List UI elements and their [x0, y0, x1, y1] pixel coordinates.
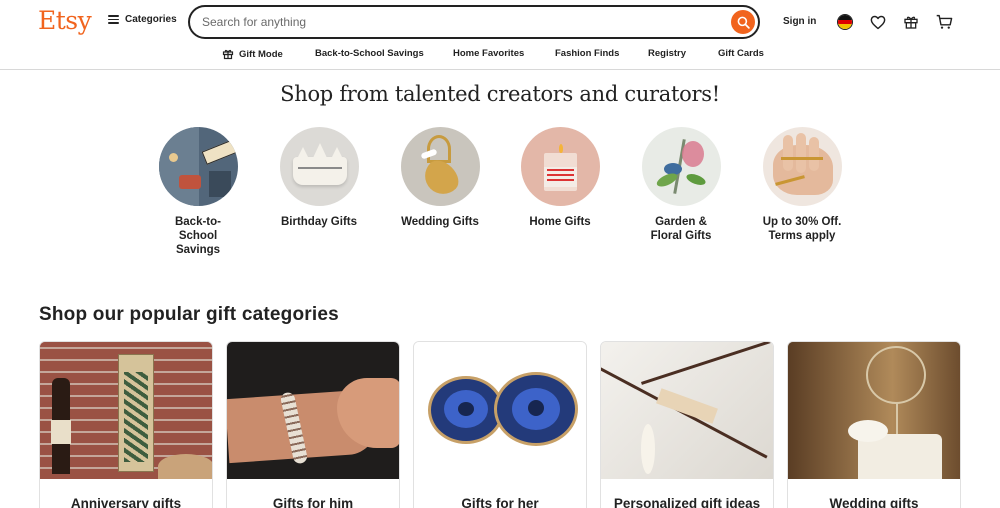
- hamburger-menu-icon: [108, 15, 119, 24]
- popular-categories-title: Shop our popular gift categories: [39, 304, 339, 325]
- card-title: Wedding gifts: [829, 496, 919, 508]
- circle-label: Garden & Floral Gifts: [650, 216, 712, 242]
- card-image-anniversary: [40, 342, 212, 479]
- circle-category-home-gifts[interactable]: Home Gifts: [505, 127, 615, 229]
- card-wedding-gifts[interactable]: Wedding gifts: [787, 341, 961, 508]
- card-anniversary-gifts[interactable]: Anniversary gifts: [39, 341, 213, 508]
- nav-label: Back-to-School Savings: [315, 48, 424, 59]
- card-image-gifts-for-him: [227, 342, 399, 479]
- nav-item-gift-cards[interactable]: Gift Cards: [718, 48, 764, 59]
- categories-label: Categories: [125, 14, 177, 25]
- card-image-personalized: [601, 342, 773, 479]
- card-title: Personalized gift ideas: [613, 496, 761, 508]
- search-bar: [188, 5, 760, 39]
- circle-image-wedding-gifts: [400, 127, 480, 206]
- circle-image-garden-floral: [641, 127, 721, 206]
- circle-label: Birthday Gifts: [280, 216, 358, 228]
- cart-button[interactable]: [934, 12, 954, 32]
- nav-label: Gift Cards: [718, 48, 764, 59]
- circle-label: Back-to- School Savings: [174, 216, 221, 256]
- nav-item-back-to-school[interactable]: Back-to-School Savings: [315, 48, 424, 59]
- gift-icon: [904, 16, 918, 29]
- categories-button[interactable]: Categories: [108, 14, 177, 25]
- circle-image-back-to-school: [158, 127, 238, 206]
- search-icon: [737, 16, 750, 29]
- etsy-logo[interactable]: Etsy: [38, 6, 92, 35]
- nav-label: Registry: [648, 48, 687, 59]
- circle-label: Wedding Gifts: [401, 216, 479, 228]
- sign-in-link[interactable]: Sign in: [783, 16, 816, 27]
- card-title: Gifts for her: [461, 496, 539, 508]
- favorites-button[interactable]: [868, 12, 888, 32]
- card-gifts-for-her[interactable]: Gifts for her: [413, 341, 587, 508]
- nav-item-fashion-finds[interactable]: Fashion Finds: [555, 48, 619, 59]
- card-image-wedding-gifts: [788, 342, 960, 479]
- nav-label: Fashion Finds: [555, 48, 620, 59]
- circle-label: Up to 30% Off. Terms apply: [762, 216, 842, 242]
- heart-icon: [870, 15, 886, 29]
- nav-item-registry[interactable]: Registry: [648, 48, 686, 59]
- nav-label: Home Favorites: [453, 48, 525, 59]
- region-button[interactable]: [835, 12, 855, 32]
- nav-item-gift-mode[interactable]: Gift Mode: [222, 48, 283, 60]
- search-input[interactable]: [202, 13, 722, 31]
- circle-image-sale: [762, 127, 842, 206]
- search-button[interactable]: [731, 10, 755, 34]
- gift-icon: [222, 49, 234, 60]
- card-image-gifts-for-her: [414, 342, 586, 479]
- card-title: Gifts for him: [272, 496, 354, 508]
- circle-label: Home Gifts: [529, 216, 591, 228]
- card-gifts-for-him[interactable]: Gifts for him: [226, 341, 400, 508]
- circle-category-birthday-gifts[interactable]: Birthday Gifts: [264, 127, 374, 229]
- circle-category-back-to-school[interactable]: Back-to- School Savings: [143, 127, 253, 257]
- circle-category-wedding-gifts[interactable]: Wedding Gifts: [385, 127, 495, 229]
- hero-headline: Shop from talented creators and curators…: [280, 82, 720, 106]
- circle-category-sale[interactable]: Up to 30% Off. Terms apply: [747, 127, 857, 243]
- card-personalized-gift-ideas[interactable]: Personalized gift ideas: [600, 341, 774, 508]
- category-nav: Gift Mode Back-to-School Savings Home Fa…: [0, 44, 1000, 64]
- nav-item-home-favorites[interactable]: Home Favorites: [453, 48, 524, 59]
- circle-image-home-gifts: [520, 127, 600, 206]
- germany-flag-icon: [837, 14, 853, 30]
- cart-icon: [936, 14, 952, 29]
- top-header: Etsy Categories Sign in: [0, 0, 1000, 44]
- circle-image-birthday-gifts: [279, 127, 359, 206]
- header-divider: [0, 69, 1000, 70]
- card-title: Anniversary gifts: [70, 496, 182, 508]
- circle-category-garden-floral[interactable]: Garden & Floral Gifts: [626, 127, 736, 243]
- nav-label: Gift Mode: [239, 48, 283, 60]
- gift-mode-header-button[interactable]: [901, 12, 921, 32]
